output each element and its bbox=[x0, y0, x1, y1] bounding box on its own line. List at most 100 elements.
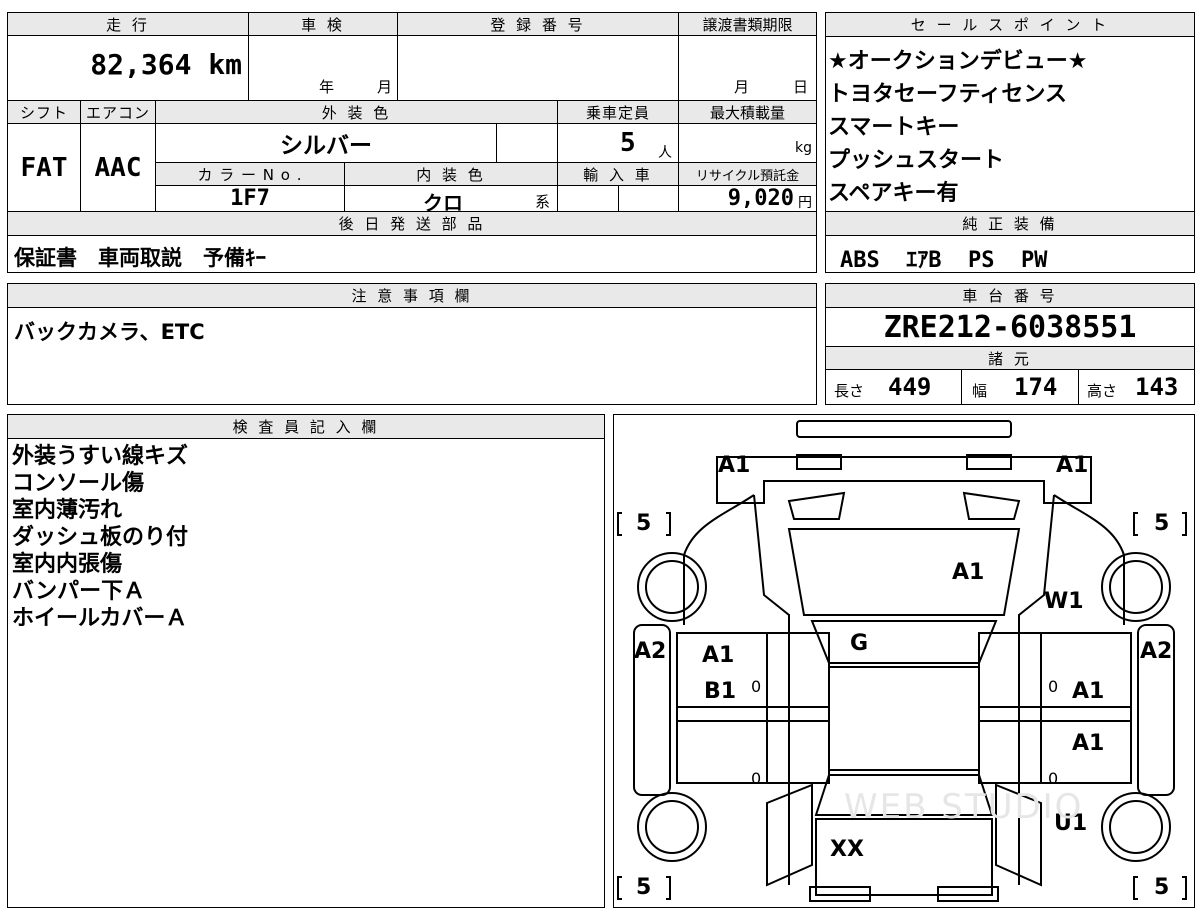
spec-height-value: 143 bbox=[1135, 373, 1179, 401]
front-panel-shape bbox=[716, 456, 1092, 504]
header-interior-color: 内 装 色 bbox=[344, 162, 558, 186]
spec-height-cell: 高さ 143 bbox=[1078, 369, 1195, 405]
header-mileage: 走 行 bbox=[7, 12, 249, 36]
diagram-zero-1: 0 bbox=[751, 677, 762, 696]
recycle-unit: 円 bbox=[798, 195, 812, 211]
car-damage-diagram: A1 A1 5 5 5 5 A1 W1 G A2 A2 A1 B1 A1 A1 … bbox=[613, 414, 1195, 908]
header-notes: 注 意 事 項 欄 bbox=[7, 283, 817, 308]
header-aircon: エアコン bbox=[80, 100, 156, 124]
header-specs: 諸 元 bbox=[825, 346, 1195, 370]
car-outline-svg bbox=[617, 420, 1187, 902]
diagram-zero-2: 0 bbox=[751, 769, 762, 788]
sales-point-item: トヨタセーフティセンス bbox=[828, 82, 1067, 107]
diagram-zero-3: 0 bbox=[1048, 677, 1059, 696]
sales-point-item: スマートキー bbox=[828, 115, 960, 140]
shift-cell: FAT bbox=[7, 123, 81, 212]
header-max-load: 最大積載量 bbox=[678, 100, 817, 124]
hood-shape bbox=[787, 528, 1021, 616]
spec-width-label: 幅 bbox=[972, 382, 988, 400]
spec-length-cell: 長さ 449 bbox=[825, 369, 962, 405]
diagram-label-door-right-1: A1 bbox=[1072, 679, 1105, 704]
roof-shape bbox=[828, 666, 980, 771]
diagram-zero-4: 0 bbox=[1048, 769, 1059, 788]
headlight-right-shape bbox=[962, 491, 1021, 520]
exterior-color-code-cell bbox=[496, 123, 558, 163]
diagram-label-door-left-2: B1 bbox=[704, 679, 737, 704]
header-chassis: 車 台 番 号 bbox=[825, 283, 1195, 308]
sales-points-list: ★オークションデビュー★ トヨタセーフティセンス スマートキー プッシュスタート… bbox=[828, 45, 1087, 210]
color-no-value: 1F7 bbox=[230, 186, 270, 211]
aircon-cell: AAC bbox=[80, 123, 156, 212]
windshield-shape bbox=[810, 620, 998, 664]
exterior-color-value: シルバー bbox=[280, 133, 372, 159]
transfer-month-label: 月 bbox=[734, 78, 750, 96]
inspector-item: 室内内張傷 bbox=[12, 552, 123, 577]
genuine-equipment-value: ABS ｴｱB PS PW bbox=[840, 248, 1048, 273]
diagram-label-a2-right: A2 bbox=[1140, 639, 1173, 664]
spec-width-value: 174 bbox=[1014, 373, 1058, 401]
inspector-item: 外装うすい線キズ bbox=[12, 444, 189, 469]
recycle-cell: 9,020 円 bbox=[678, 185, 817, 212]
inspector-item: ホイールカバーＡ bbox=[12, 606, 188, 631]
wheel-rl bbox=[637, 792, 707, 862]
transfer-day-label: 日 bbox=[793, 78, 809, 96]
spec-length-value: 449 bbox=[888, 373, 932, 401]
exterior-color-cell: シルバー bbox=[155, 123, 497, 163]
sales-point-item: ★オークションデビュー★ bbox=[828, 49, 1088, 74]
header-inspection: 車 検 bbox=[248, 12, 398, 36]
header-registration: 登 録 番 号 bbox=[397, 12, 679, 36]
max-load-cell: kg bbox=[678, 123, 817, 163]
load-unit: kg bbox=[795, 140, 812, 156]
recycle-value: 9,020 bbox=[727, 186, 794, 211]
inspector-item: コンソール傷 bbox=[12, 471, 145, 496]
diagram-label-front-right: A1 bbox=[1056, 453, 1089, 478]
registration-cell bbox=[397, 35, 679, 101]
notes-cell: バックカメラ、ETC bbox=[7, 307, 817, 405]
later-parts-cell: 保証書 車両取説 予備ｷｰ bbox=[7, 235, 817, 273]
import-cell-a bbox=[557, 185, 619, 212]
mileage-cell: 82,364 km bbox=[7, 35, 249, 101]
diagram-label-wheel-fl: 5 bbox=[636, 511, 652, 536]
diagram-label-xx: XX bbox=[830, 837, 864, 862]
header-sales-points: セ ー ル ス ポ イ ン ト bbox=[825, 12, 1195, 37]
capacity-unit: 人 bbox=[658, 145, 672, 161]
diagram-label-a2-left: A2 bbox=[634, 639, 667, 664]
header-later-parts: 後 日 発 送 部 品 bbox=[7, 211, 817, 236]
spec-length-label: 長さ bbox=[834, 382, 865, 400]
header-inspector: 検 査 員 記 入 欄 bbox=[7, 414, 605, 439]
inspection-month-label: 月 bbox=[377, 78, 393, 96]
genuine-equipment-cell: ABS ｴｱB PS PW bbox=[825, 235, 1195, 273]
front-bumper-shape bbox=[796, 420, 1012, 438]
interior-color-suffix: 系 bbox=[535, 193, 551, 211]
inspector-item: ダッシュ板のり付 bbox=[12, 525, 189, 550]
capacity-cell: 5 人 bbox=[557, 123, 679, 163]
header-color-no: カ ラ ー N o . bbox=[155, 162, 345, 186]
watermark: WEB STUDIO bbox=[844, 787, 1084, 827]
inspector-item: 室内薄汚れ bbox=[12, 498, 123, 523]
import-cell-b bbox=[618, 185, 679, 212]
diagram-label-door-right-2: A1 bbox=[1072, 731, 1105, 756]
wheel-fr bbox=[1101, 552, 1171, 622]
inspector-list: 外装うすい線キズ コンソール傷 室内薄汚れ ダッシュ板のり付 室内内張傷 バンパ… bbox=[12, 443, 188, 632]
header-genuine-equipment: 純 正 装 備 bbox=[825, 211, 1195, 236]
spec-width-cell: 幅 174 bbox=[961, 369, 1079, 405]
header-exterior-color: 外 装 色 bbox=[155, 100, 558, 124]
sales-points-cell: ★オークションデビュー★ トヨタセーフティセンス スマートキー プッシュスタート… bbox=[825, 36, 1195, 212]
transfer-docs-cell: 月 日 bbox=[678, 35, 817, 101]
interior-color-cell: クロ 系 bbox=[344, 185, 558, 215]
spec-height-label: 高さ bbox=[1087, 382, 1118, 400]
header-transfer-docs: 譲渡書類期限 bbox=[678, 12, 817, 36]
later-parts-value: 保証書 車両取説 予備ｷｰ bbox=[14, 246, 266, 270]
capacity-value: 5 bbox=[620, 128, 636, 158]
chassis-value: ZRE212-6038551 bbox=[883, 309, 1137, 345]
wheel-rr bbox=[1101, 792, 1171, 862]
headlight-left-shape bbox=[787, 491, 846, 520]
inspection-cell: 年 月 bbox=[248, 35, 398, 101]
header-shift: シフト bbox=[7, 100, 81, 124]
header-capacity: 乗車定員 bbox=[557, 100, 679, 124]
diagram-label-front-left: A1 bbox=[718, 453, 751, 478]
sales-point-item: プッシュスタート bbox=[828, 148, 1005, 173]
color-no-cell: 1F7 bbox=[155, 185, 345, 212]
diagram-label-w1: W1 bbox=[1044, 589, 1084, 614]
wheel-fl bbox=[637, 552, 707, 622]
